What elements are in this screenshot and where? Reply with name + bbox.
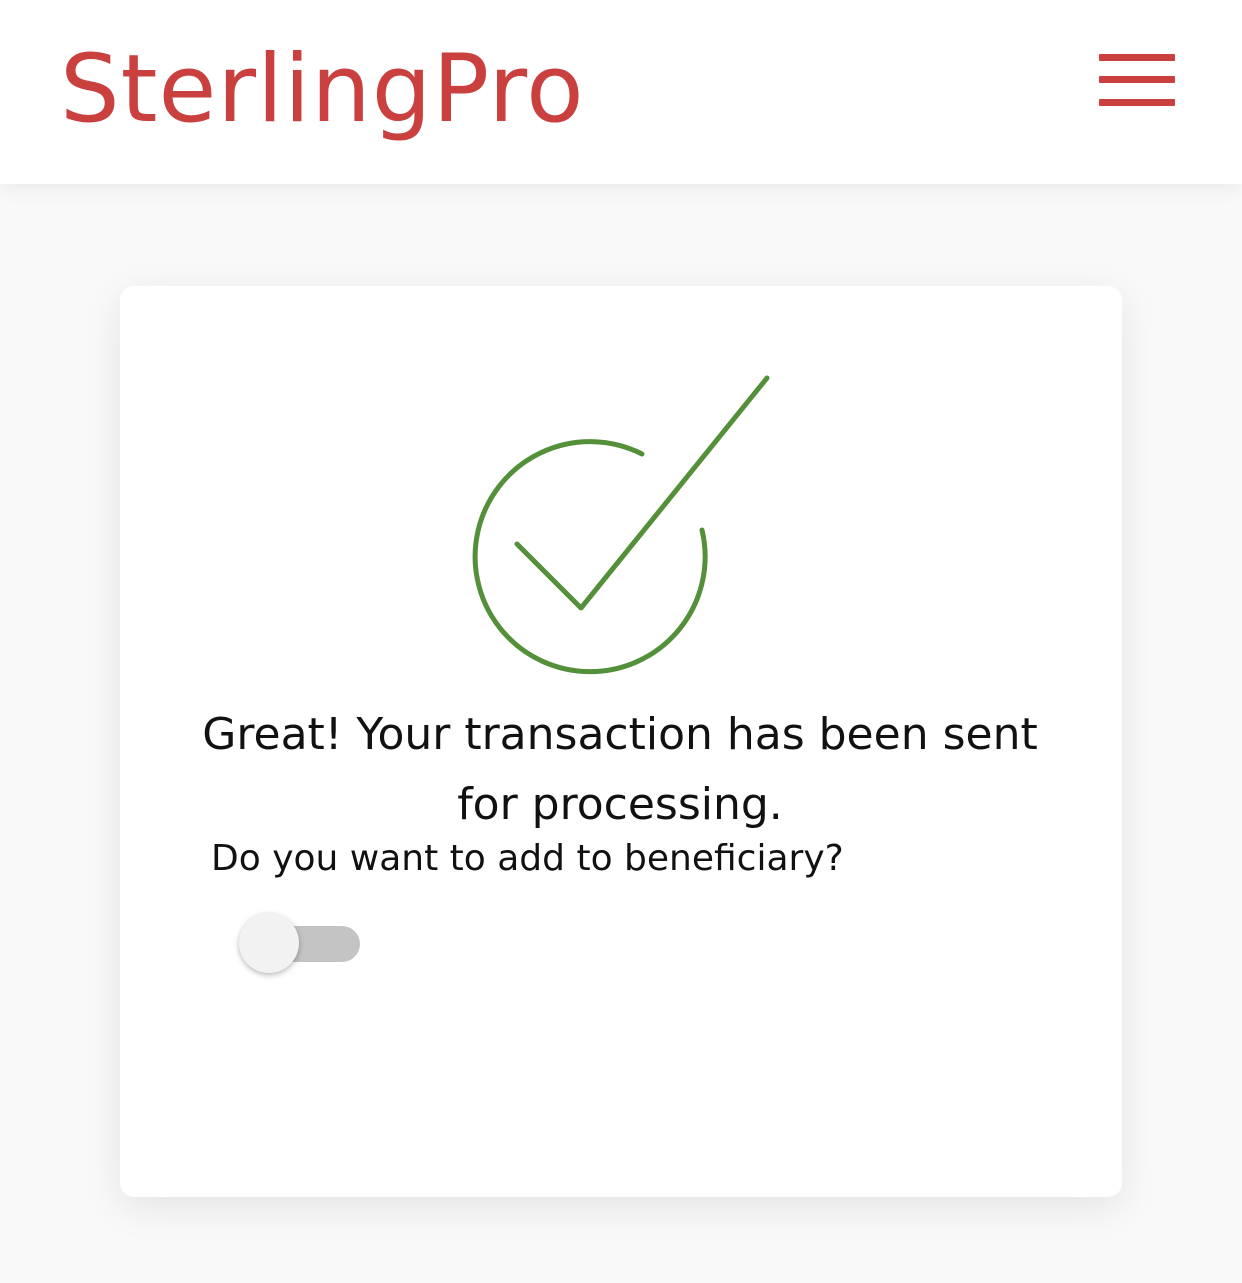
success-message: Great! Your transaction has been sent fo… xyxy=(202,709,1038,830)
check-circle-ring xyxy=(472,439,708,675)
hamburger-menu-icon-bar xyxy=(1099,76,1175,83)
brand-logo: SterlingPro xyxy=(60,35,585,144)
app-header: SterlingPro xyxy=(0,0,1242,184)
check-circle-icon xyxy=(472,375,770,675)
hamburger-menu-icon-bar xyxy=(1099,99,1175,106)
toggle-thumb xyxy=(239,913,299,973)
hamburger-menu-icon xyxy=(1099,54,1175,61)
check-mark xyxy=(514,375,770,611)
beneficiary-question: Do you want to add to beneficiary? xyxy=(211,838,844,879)
add-beneficiary-toggle[interactable] xyxy=(238,910,364,976)
menu-button[interactable] xyxy=(1092,44,1182,118)
